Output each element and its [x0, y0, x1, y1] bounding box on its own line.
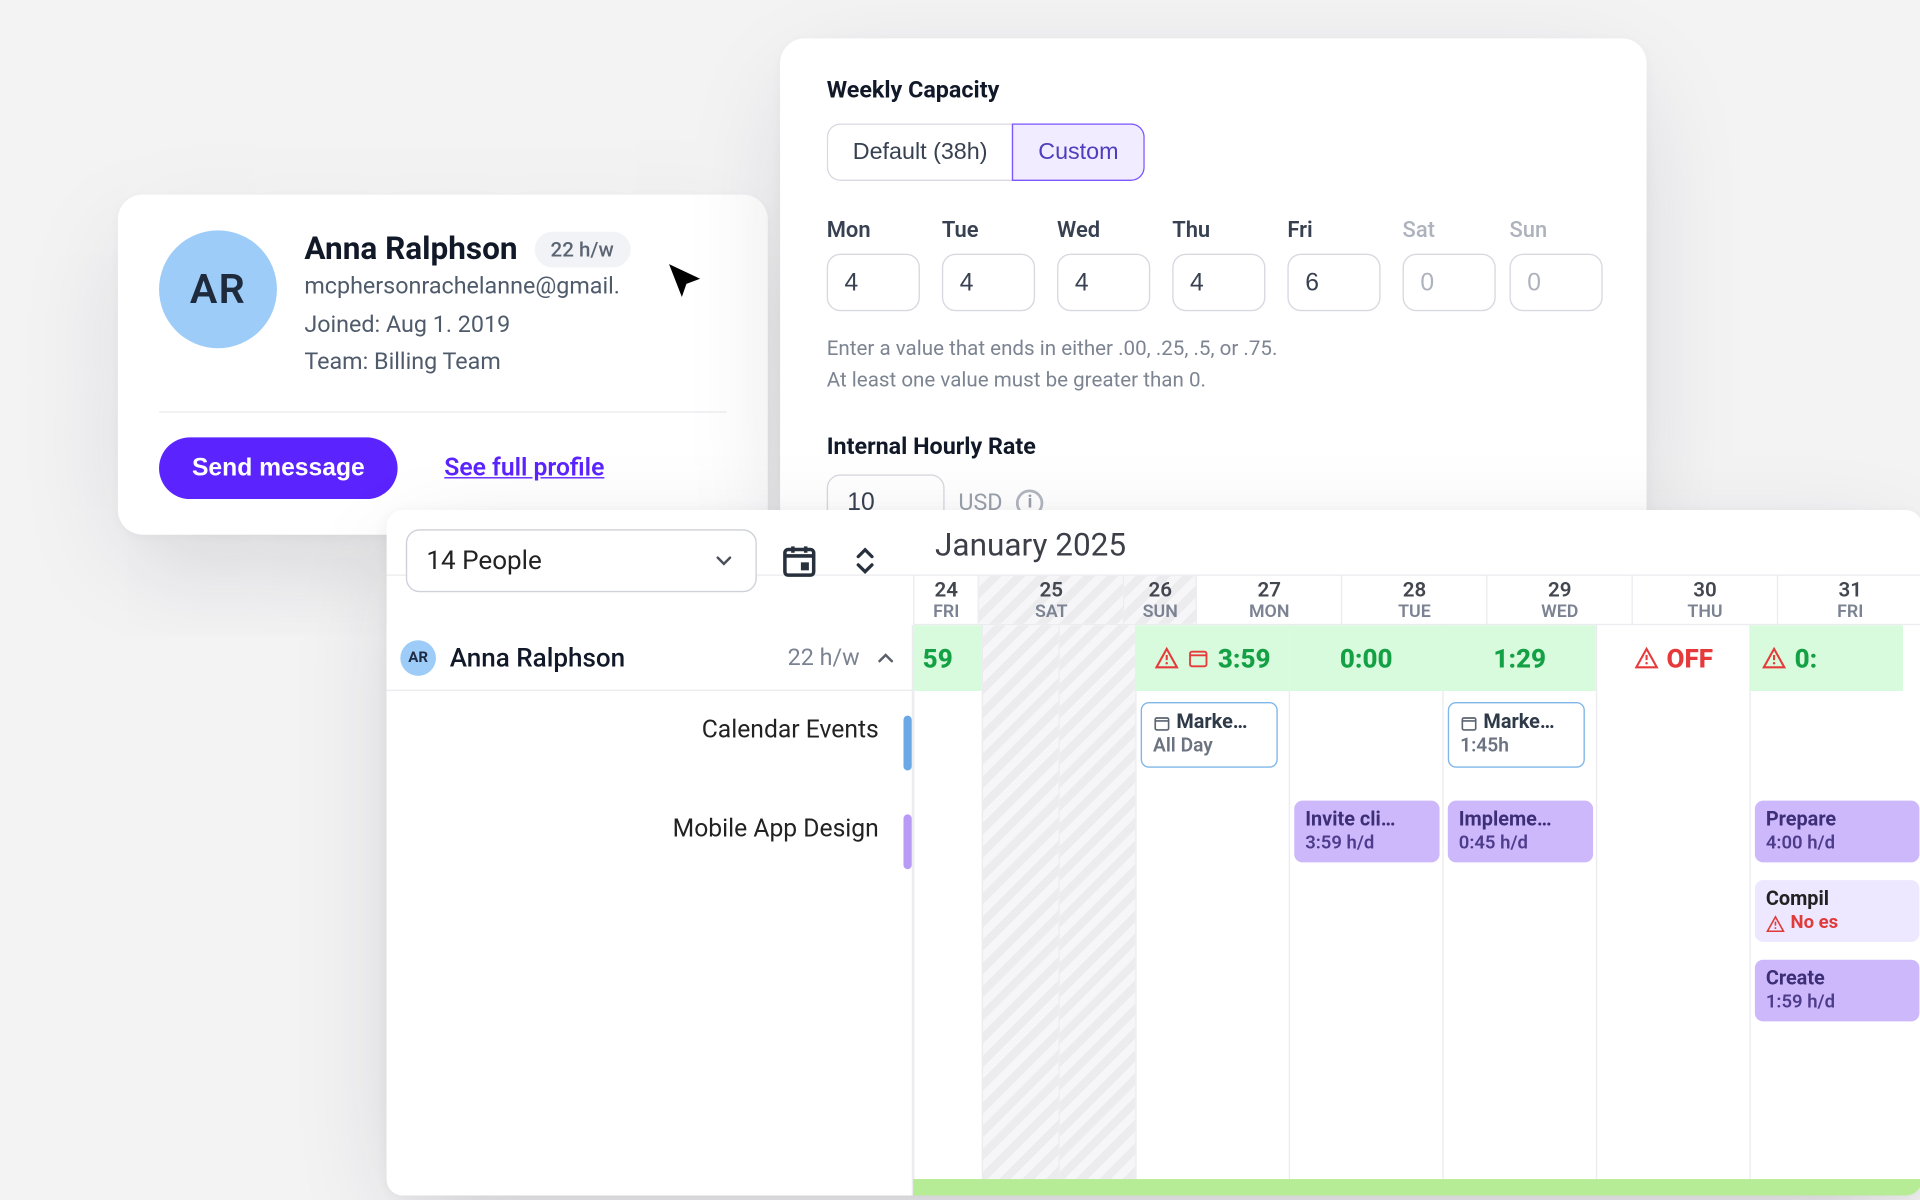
- warning-icon: [1634, 646, 1659, 671]
- day-label-tue: Tue: [942, 217, 1035, 243]
- task-event[interactable]: Create 1:59 h/d: [1755, 960, 1920, 1022]
- person-name: Anna Ralphson: [450, 642, 788, 674]
- cursor-icon: [664, 260, 708, 304]
- calendar-small-icon: [1188, 647, 1210, 669]
- capacity-help-2: At least one value must be greater than …: [827, 365, 1600, 397]
- day-label-sun: Sun: [1509, 217, 1594, 243]
- day-input-wed[interactable]: [1057, 254, 1150, 312]
- dayhead-num: 29: [1548, 577, 1571, 602]
- dayhead-num: 30: [1693, 577, 1716, 602]
- people-select-label: 14 People: [426, 544, 541, 576]
- capacity-help-1: Enter a value that ends in either .00, .…: [827, 333, 1600, 365]
- side-label-mobile[interactable]: Mobile App Design: [673, 814, 879, 869]
- task-event[interactable]: Invite cli… 3:59 h/d: [1294, 801, 1439, 863]
- task-event[interactable]: Impleme… 0:45 h/d: [1448, 801, 1593, 863]
- capacity-mode-segment: Default (38h) Custom: [827, 123, 1145, 181]
- day-input-thu[interactable]: [1172, 254, 1265, 312]
- day-input-sun[interactable]: [1509, 254, 1602, 312]
- day-header: 24FRI 25SAT 26SUN 27MON 28TUE 29WED 30TH…: [913, 576, 1920, 625]
- chevron-up-icon: [873, 645, 898, 670]
- day-label-wed: Wed: [1057, 217, 1150, 243]
- day-label-mon: Mon: [827, 217, 920, 243]
- rate-title: Internal Hourly Rate: [827, 433, 1600, 460]
- day-input-sat[interactable]: [1403, 254, 1496, 312]
- profile-team: Team: Billing Team: [304, 345, 726, 380]
- month-label: January 2025: [935, 526, 1126, 563]
- dayhead-num: 24: [934, 577, 957, 602]
- calendar-small-icon: [1460, 714, 1478, 732]
- day-input-mon[interactable]: [827, 254, 920, 312]
- warning-icon: [1762, 646, 1787, 671]
- capacity-title: Weekly Capacity: [827, 77, 1600, 104]
- day-input-tue[interactable]: [942, 254, 1035, 312]
- capacity-custom-button[interactable]: Custom: [1012, 123, 1144, 181]
- dayhead-num: 25: [1040, 577, 1063, 602]
- see-full-profile-link[interactable]: See full profile: [444, 453, 604, 482]
- people-select[interactable]: 14 People: [406, 529, 757, 592]
- dayhead-num: 27: [1257, 577, 1280, 602]
- dayhead-num: 26: [1148, 577, 1171, 602]
- chevron-down-icon: [712, 548, 737, 573]
- person-capacity: 22 h/w: [788, 644, 860, 671]
- calendar-event[interactable]: Marke… All Day: [1141, 702, 1278, 767]
- avatar: AR: [400, 640, 436, 676]
- profile-joined: Joined: Aug 1. 2019: [304, 308, 726, 343]
- day-label-thu: Thu: [1172, 217, 1265, 243]
- calendar-icon[interactable]: [776, 537, 823, 584]
- calendar-small-icon: [1153, 714, 1171, 732]
- warning-icon: [1766, 914, 1785, 933]
- task-event[interactable]: Compil No es: [1755, 880, 1920, 942]
- day-label-fri: Fri: [1287, 217, 1380, 243]
- capacity-default-button[interactable]: Default (38h): [827, 123, 1012, 181]
- schedule-panel: 14 People January 2025 24FRI 25SAT 26SUN…: [387, 510, 1920, 1196]
- capacity-strip: 59 3:59 0:00 1:29 OFF 0:: [913, 625, 1920, 691]
- dayhead-num: 28: [1403, 577, 1426, 602]
- warning-icon: [1155, 646, 1180, 671]
- profile-card: AR Anna Ralphson 22 h/w mcphersonrachela…: [118, 195, 768, 534]
- side-label-calendar[interactable]: Calendar Events: [702, 716, 879, 771]
- avatar: AR: [159, 230, 277, 348]
- webinar-timeline-bar[interactable]: [913, 1179, 1920, 1195]
- day-label-sat: Sat: [1403, 217, 1488, 243]
- calendar-event[interactable]: Marke… 1:45h: [1448, 702, 1585, 767]
- capacity-panel: Weekly Capacity Default (38h) Custom Mon…: [780, 38, 1646, 532]
- person-row[interactable]: AR Anna Ralphson 22 h/w: [387, 625, 912, 691]
- task-event[interactable]: Prepare 4:00 h/d: [1755, 801, 1920, 863]
- day-input-fri[interactable]: [1287, 254, 1380, 312]
- capacity-badge[interactable]: 22 h/w: [534, 231, 630, 267]
- dayhead-num: 31: [1839, 577, 1862, 602]
- send-message-button[interactable]: Send message: [159, 437, 398, 499]
- profile-name: Anna Ralphson: [304, 230, 517, 267]
- expand-icon[interactable]: [842, 537, 889, 584]
